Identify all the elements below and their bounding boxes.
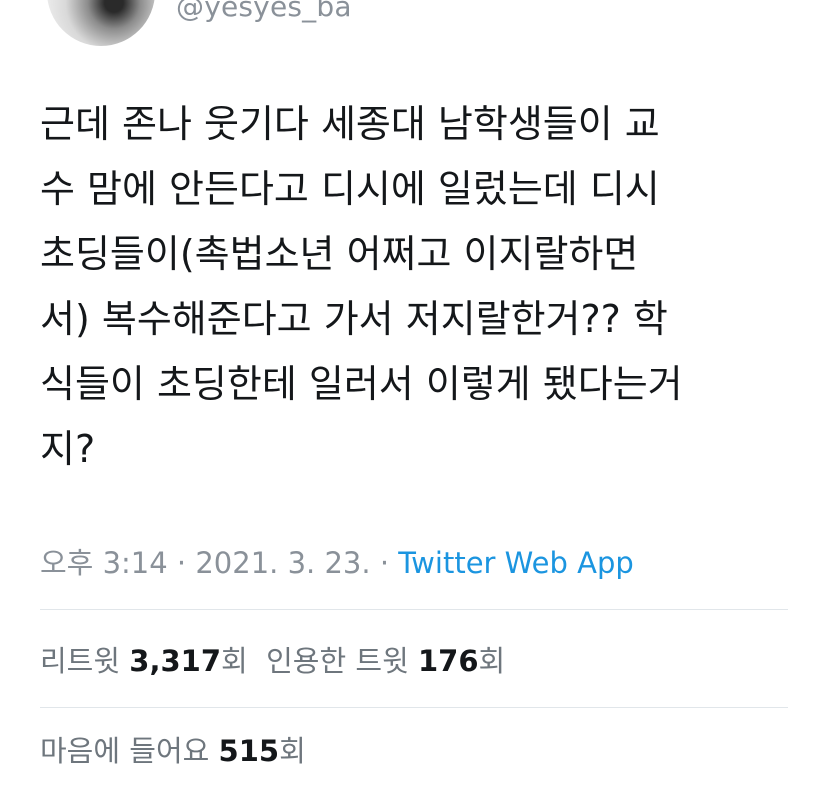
meta-separator: ·: [370, 546, 399, 580]
likes-stats-row: 마음에 들어요 515회: [40, 728, 306, 770]
retweets-count: 3,317: [129, 644, 221, 678]
tweet-date[interactable]: 2021. 3. 23.: [195, 546, 370, 580]
divider: [40, 609, 788, 610]
quotes-unit: 회: [478, 644, 506, 678]
divider: [40, 707, 788, 708]
likes-stat[interactable]: 마음에 들어요 515회: [40, 734, 306, 768]
quotes-stat[interactable]: 인용한 트윗 176회: [266, 644, 505, 678]
meta-separator: ·: [167, 546, 196, 580]
author-handle[interactable]: @yesyes_ba: [176, 0, 352, 23]
engagement-stats-row: 리트윗 3,317회 인용한 트윗 176회: [40, 638, 505, 680]
tweet-source-link[interactable]: Twitter Web App: [398, 546, 634, 580]
retweets-stat[interactable]: 리트윗 3,317회: [40, 644, 248, 678]
quotes-label: 인용한 트윗: [266, 644, 418, 678]
tweet-text: 근데 존나 웃기다 세종대 남학생들이 교 수 맘에 안든다고 디시에 일렀는데…: [40, 102, 683, 471]
avatar[interactable]: [47, 0, 155, 46]
retweets-unit: 회: [221, 644, 248, 678]
tweet-time[interactable]: 오후 3:14: [40, 546, 168, 580]
quotes-count: 176: [417, 644, 479, 678]
retweets-label: 리트윗: [40, 644, 130, 678]
likes-unit: 회: [279, 734, 306, 768]
likes-count: 515: [218, 734, 280, 768]
likes-label: 마음에 들어요: [40, 734, 219, 768]
tweet-meta: 오후 3:14 · 2021. 3. 23. · Twitter Web App: [40, 540, 634, 582]
